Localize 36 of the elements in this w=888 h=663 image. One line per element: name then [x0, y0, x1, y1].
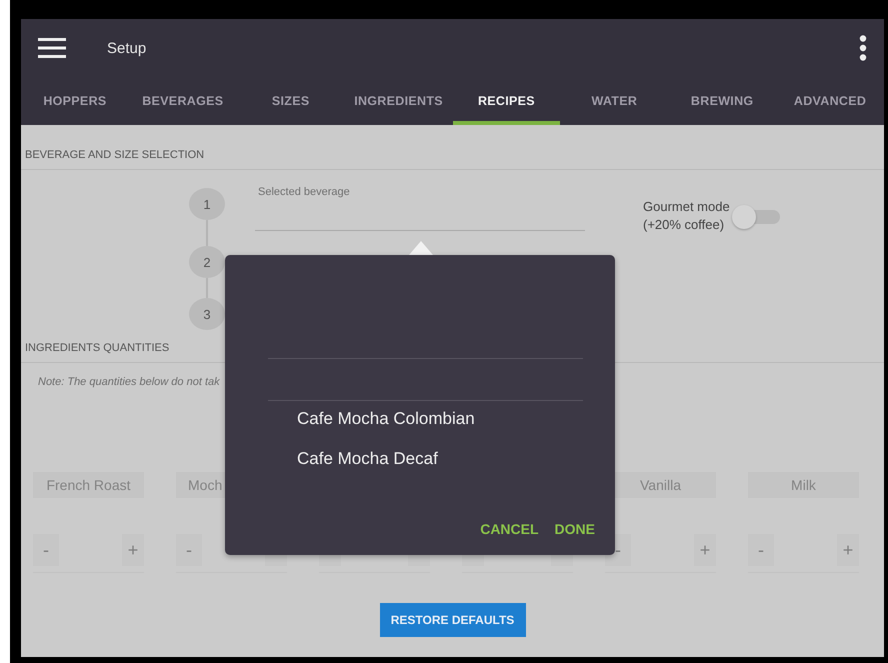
increment-button[interactable]: + — [694, 534, 716, 566]
increment-button[interactable]: + — [122, 534, 144, 566]
tab[interactable]: ADVANCED — [776, 77, 884, 125]
toggle-label: Gourmet mode — [643, 198, 730, 216]
increment-button[interactable]: + — [837, 534, 859, 566]
ingredient-name: French Roast — [46, 477, 131, 493]
tab[interactable]: WATER — [560, 77, 668, 125]
ingredient-name: Milk — [791, 477, 816, 493]
section-heading: BEVERAGE AND SIZE SELECTION — [25, 149, 204, 161]
step-circle: 3 — [189, 298, 225, 330]
decrement-button[interactable]: - — [176, 534, 202, 566]
restore-defaults-button[interactable]: RESTORE DEFAULTS — [380, 603, 526, 637]
decrement-button[interactable]: - — [748, 534, 774, 566]
note-text: Note: The quantities below do not tak — [38, 376, 220, 388]
picker-option[interactable]: Cafe Mocha Decaf — [297, 449, 615, 471]
ingredient-name: Vanilla — [640, 477, 681, 493]
tab[interactable]: BREWING — [668, 77, 776, 125]
picker-option[interactable]: Cafe Mocha Colombian — [297, 409, 615, 431]
tab[interactable]: RECIPES — [452, 77, 560, 125]
dialog-button[interactable]: CANCEL — [476, 517, 543, 541]
dialog-button[interactable]: DONE — [550, 517, 599, 541]
more-icon[interactable] — [859, 35, 867, 61]
tab[interactable]: INGREDIENTS — [344, 77, 452, 125]
step-circle: 1 — [189, 188, 225, 220]
tab[interactable]: BEVERAGES — [128, 77, 237, 125]
ingredient-name: Moch — [188, 477, 222, 493]
app-title: Setup — [107, 40, 148, 56]
step-circle: 2 — [189, 246, 225, 278]
toggle-thumb[interactable] — [732, 205, 756, 229]
menu-icon[interactable] — [38, 38, 66, 58]
section-heading: INGREDIENTS QUANTITIES — [25, 342, 170, 354]
field-label: Selected beverage — [258, 186, 350, 198]
tab[interactable]: SIZES — [236, 77, 345, 125]
decrement-button[interactable]: - — [33, 534, 59, 566]
tab[interactable]: HOPPERS — [21, 77, 129, 125]
toggle-sublabel: (+20% coffee) — [643, 216, 726, 234]
